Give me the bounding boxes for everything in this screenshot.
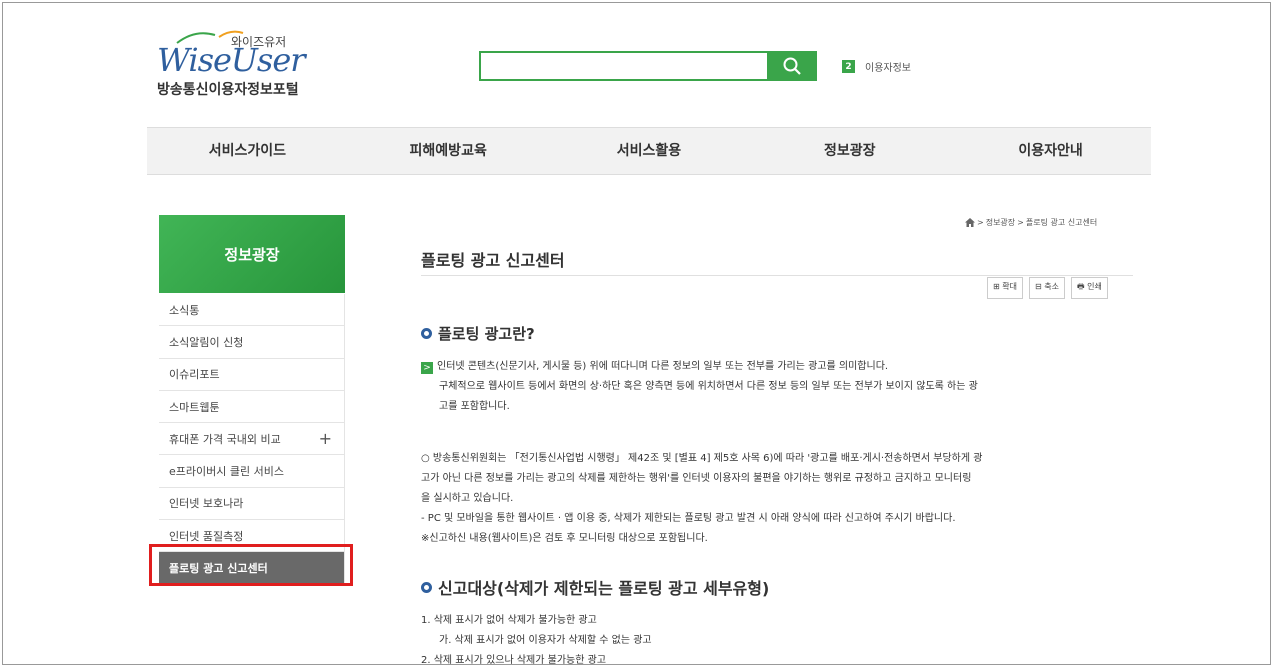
search-bar xyxy=(479,51,817,81)
home-icon[interactable] xyxy=(965,218,975,227)
logo-subtitle: 방송통신이용자정보포털 xyxy=(157,82,299,98)
gnb-service-use[interactable]: 서비스활용 xyxy=(549,128,750,174)
gnb-service-guide[interactable]: 서비스가이드 xyxy=(147,128,348,174)
print-label: 인쇄 xyxy=(1087,282,1102,291)
arrow-right-icon: > xyxy=(421,362,433,374)
sidebar-item-label: e프라이버시 클린 서비스 xyxy=(169,465,284,479)
section-heading-text: 신고대상(삭제가 제한되는 플로팅 광고 세부유형) xyxy=(438,579,770,598)
section1-line2: 구체적으로 웹사이트 등에서 화면의 상·하단 혹은 양측면 등에 위치하면서 … xyxy=(439,381,978,392)
zoom-in-button[interactable]: ⊞ 확대 xyxy=(987,277,1023,299)
section1-line3: 고를 포함합니다. xyxy=(439,401,510,412)
print-button[interactable]: 🖶 인쇄 xyxy=(1070,277,1108,299)
breadcrumb: > 정보광장 > 플로팅 광고 신고센터 xyxy=(965,217,1097,228)
notice-line2: 고가 아닌 다른 정보를 가리는 광고의 삭제를 제한하는 행위'를 인터넷 이… xyxy=(421,473,972,484)
notice-line1: ○ 방송통신위원회는 「전기통신사업법 시행령」 제42조 및 [별표 4] 제… xyxy=(421,453,983,464)
sidebar-item-label: 인터넷 보호나라 xyxy=(169,497,244,511)
site-logo[interactable]: 와이즈유저 WiseUser 방송통신이용자정보포털 xyxy=(153,27,353,99)
user-info-link[interactable]: 2 이용자정보 xyxy=(842,59,911,74)
section-heading-report-target: 신고대상(삭제가 제한되는 플로팅 광고 세부유형) xyxy=(421,575,769,599)
zoom-in-label: 확대 xyxy=(1002,282,1017,291)
circle-bullet-icon xyxy=(421,328,432,339)
list-item: 가. 삭제 표시가 없어 이용자가 삭제할 수 없는 광고 xyxy=(439,635,652,646)
sidebar-item-internet-protection[interactable]: 인터넷 보호나라 xyxy=(159,488,344,521)
zoom-out-button[interactable]: ⊟ 축소 xyxy=(1028,277,1065,299)
list-item: 1. 삭제 표시가 없어 삭제가 불가능한 광고 xyxy=(421,615,597,626)
sidebar-item-news[interactable]: 소식통 xyxy=(159,294,344,327)
search-button[interactable] xyxy=(767,51,817,81)
gnb-info-plaza[interactable]: 정보광장 xyxy=(749,128,950,174)
breadcrumb-separator: > xyxy=(1017,218,1024,227)
sidebar-menu: 소식통 소식알림이 신청 이슈리포트 스마트웹툰 휴대폰 가격 국내외 비교 + … xyxy=(159,294,345,585)
title-divider xyxy=(421,275,1133,276)
sidebar-item-label: 휴대폰 가격 국내외 비교 xyxy=(169,432,281,446)
sidebar-item-internet-quality[interactable]: 인터넷 품질측정 xyxy=(159,520,344,553)
section1-body: > 인터넷 콘텐츠(신문기사, 게시물 등) 위에 떠다니며 다른 정보의 일부 … xyxy=(421,357,1141,417)
notice-line3: 을 실시하고 있습니다. xyxy=(421,493,514,504)
global-nav: 서비스가이드 피해예방교육 서비스활용 정보광장 이용자안내 xyxy=(147,127,1151,175)
expand-plus-icon[interactable]: + xyxy=(319,429,332,448)
notice-line4: - PC 및 모바일을 통한 웹사이트 · 앱 이용 중, 삭제가 제한되는 플… xyxy=(421,513,956,524)
section-heading-text: 플로팅 광고란? xyxy=(438,325,535,343)
sidebar-item-label: 인터넷 품질측정 xyxy=(169,529,244,543)
sidebar-item-smart-webtoon[interactable]: 스마트웹툰 xyxy=(159,391,344,424)
sidebar-item-floating-ad-report[interactable]: 플로팅 광고 신고센터 xyxy=(159,552,344,585)
sidebar-item-label: 플로팅 광고 신고센터 xyxy=(169,562,268,576)
section-heading-floating-ad: 플로팅 광고란? xyxy=(421,323,535,344)
logo-mark: WiseUser xyxy=(157,41,306,79)
list-item: 2. 삭제 표시가 있으나 삭제가 불가능한 광고 xyxy=(421,655,607,665)
sidebar-item-label: 소식알림이 신청 xyxy=(169,335,244,349)
breadcrumb-level2[interactable]: 플로팅 광고 신고센터 xyxy=(1026,217,1097,228)
section1-line1: > 인터넷 콘텐츠(신문기사, 게시물 등) 위에 떠다니며 다른 정보의 일부 … xyxy=(421,357,1141,377)
user-info-label: 이용자정보 xyxy=(865,63,911,74)
section1-line1-text: 인터넷 콘텐츠(신문기사, 게시물 등) 위에 떠다니며 다른 정보의 일부 또… xyxy=(437,361,889,372)
search-icon xyxy=(783,57,801,75)
notice-line5: ※신고하신 내용(웹사이트)은 검토 후 모니터링 대상으로 포함됩니다. xyxy=(421,533,708,544)
page-title: 플로팅 광고 신고센터 xyxy=(421,251,565,270)
breadcrumb-separator: > xyxy=(977,218,984,227)
sidebar-item-phone-price[interactable]: 휴대폰 가격 국내외 비교 + xyxy=(159,423,344,456)
sidebar-item-issue-report[interactable]: 이슈리포트 xyxy=(159,359,344,391)
sidebar-item-label: 스마트웹툰 xyxy=(169,400,220,414)
user-info-badge: 2 xyxy=(842,60,855,73)
notice-body: ○ 방송통신위원회는 「전기통신사업법 시행령」 제42조 및 [별표 4] 제… xyxy=(421,449,1141,549)
circle-bullet-icon xyxy=(421,581,432,593)
breadcrumb-level1[interactable]: 정보광장 xyxy=(986,217,1015,228)
gnb-user-guide[interactable]: 이용자안내 xyxy=(950,128,1151,174)
sidebar-item-news-alert[interactable]: 소식알림이 신청 xyxy=(159,326,344,359)
browser-page: 와이즈유저 WiseUser 방송통신이용자정보포털 2 이용자정보 서비스가이… xyxy=(2,2,1271,665)
sidebar-item-label: 이슈리포트 xyxy=(169,368,220,382)
page-tools: ⊞ 확대 ⊟ 축소 🖶 인쇄 xyxy=(987,277,1108,299)
sidebar-item-label: 소식통 xyxy=(169,303,200,317)
sidebar-item-eprivacy[interactable]: e프라이버시 클린 서비스 xyxy=(159,455,344,488)
zoom-out-label: 축소 xyxy=(1044,282,1059,291)
gnb-damage-prevention[interactable]: 피해예방교육 xyxy=(348,128,549,174)
search-input[interactable] xyxy=(479,51,767,81)
section2-list: 1. 삭제 표시가 없어 삭제가 불가능한 광고 가. 삭제 표시가 없어 이용… xyxy=(421,611,1141,665)
sidebar-title: 정보광장 xyxy=(159,215,345,293)
